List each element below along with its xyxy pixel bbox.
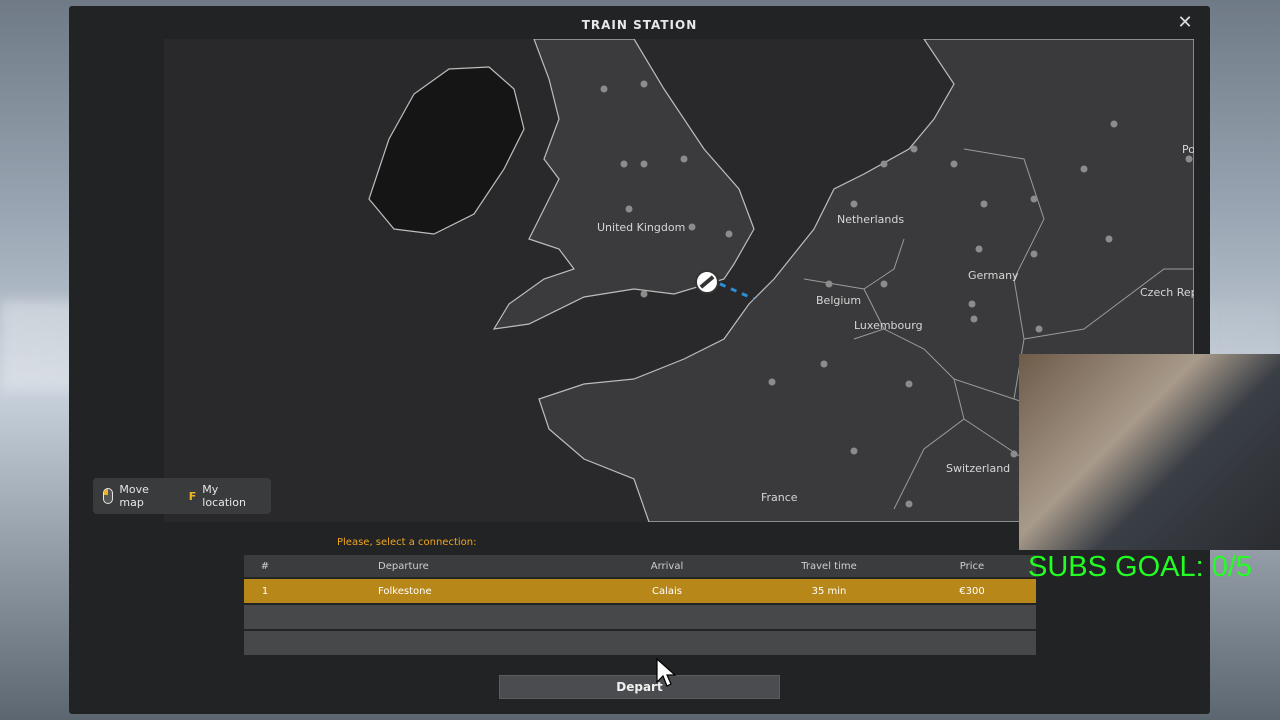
label-czech-republic: Czech Republic [1140,286,1194,299]
header-price: Price [959,560,985,572]
subs-goal-overlay: SUBS GOAL: 0/5 [1028,551,1253,583]
move-map-label: Move map [119,483,149,509]
close-icon[interactable]: ✕ [1176,14,1194,32]
dialog-title: TRAIN STATION [581,18,698,32]
label-po: Po [1182,143,1194,156]
header-num: # [260,560,270,572]
label-luxembourg: Luxembourg [854,319,923,332]
map-controls-hint: Move map F My location [93,478,271,514]
label-france: France [761,491,798,504]
header-arrival: Arrival [650,560,684,572]
label-belgium: Belgium [816,294,862,307]
row-price: €300 [959,585,985,597]
label-germany: Germany [968,269,1019,282]
empty-row [244,631,1036,655]
depart-button[interactable]: Depart [499,675,780,699]
mouse-cursor-icon [656,658,676,687]
my-location-label: My location [202,483,246,509]
row-num: 1 [261,585,269,597]
webcam-overlay [1019,354,1280,550]
header-travel-time: Travel time [801,560,857,572]
mouse-icon [103,488,114,504]
row-departure: Folkestone [378,585,432,597]
table-row[interactable]: 1 Folkestone Calais 35 min €300 [244,579,1036,603]
row-travel-time: 35 min [811,585,847,597]
label-united-kingdom: United Kingdom [597,221,686,234]
table-header: # Departure Arrival Travel time Price [244,555,1036,577]
location-key: F [188,489,197,503]
ireland-landmass [368,66,525,235]
row-arrival: Calais [651,585,682,597]
connections-table: # Departure Arrival Travel time Price 1 … [244,555,1036,657]
location-marker [695,270,719,294]
label-netherlands: Netherlands [837,213,905,226]
connection-prompt: Please, select a connection: [337,537,477,548]
empty-row [244,605,1036,629]
label-switzerland: Switzerland [946,462,1011,475]
header-departure: Departure [378,560,429,572]
